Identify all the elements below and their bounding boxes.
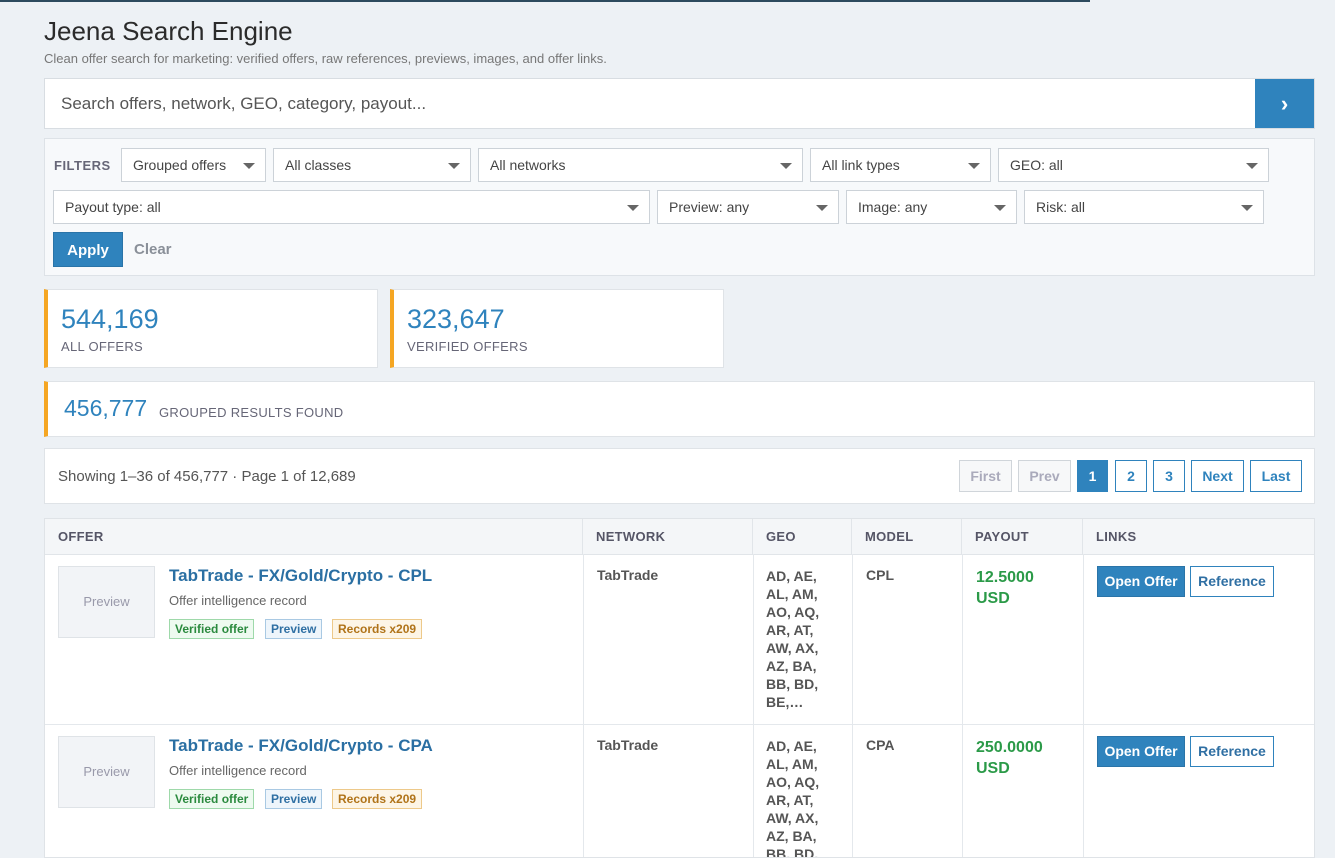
payout-type-select[interactable]: Payout type: all <box>53 190 650 224</box>
networks-select-value: All networks <box>490 157 566 173</box>
page-button-3[interactable]: 3 <box>1153 460 1185 492</box>
offer-payout: 12.5000 USD <box>976 569 1034 607</box>
column-header-model: MODEL <box>852 519 962 554</box>
last-page-button[interactable]: Last <box>1250 460 1302 492</box>
offer-network: TabTrade <box>597 737 659 753</box>
column-header-payout: PAYOUT <box>962 519 1083 554</box>
offer-title-link[interactable]: TabTrade - FX/Gold/Crypto - CPL <box>169 566 432 586</box>
chevron-down-icon <box>1246 163 1258 169</box>
image-select[interactable]: Image: any <box>846 190 1017 224</box>
clear-button[interactable]: Clear <box>134 232 172 267</box>
preview-select-value: Preview: any <box>669 199 750 215</box>
preview-select[interactable]: Preview: any <box>657 190 839 224</box>
image-select-value: Image: any <box>858 199 928 215</box>
results-found-banner: 456,777 GROUPED RESULTS FOUND <box>44 381 1315 437</box>
column-header-geo: GEO <box>753 519 852 554</box>
verified-offer-badge: Verified offer <box>169 789 255 809</box>
top-accent-line <box>0 0 1090 2</box>
reference-button[interactable]: Reference <box>1190 736 1274 767</box>
preview-badge: Preview <box>265 789 323 809</box>
column-header-offer: OFFER <box>45 519 583 554</box>
preview-badge: Preview <box>265 619 323 639</box>
geo-select-value: GEO: all <box>1010 157 1063 173</box>
results-label: GROUPED RESULTS FOUND <box>159 405 344 420</box>
verified-offer-badge: Verified offer <box>169 619 255 639</box>
table-row: Preview TabTrade - FX/Gold/Crypto - CPA … <box>45 724 1314 858</box>
records-badge: Records x209 <box>332 789 423 809</box>
search-input[interactable] <box>45 79 1235 128</box>
apply-button[interactable]: Apply <box>53 232 123 267</box>
stat-value: 323,647 <box>407 304 505 334</box>
page-subtitle: Clean offer search for marketing: verifi… <box>44 51 607 66</box>
search-submit-button[interactable]: › <box>1255 79 1314 128</box>
grouping-select[interactable]: Grouped offers <box>121 148 266 182</box>
stat-label: ALL OFFERS <box>61 339 143 354</box>
table-row: Preview TabTrade - FX/Gold/Crypto - CPL … <box>45 554 1314 725</box>
stat-label: VERIFIED OFFERS <box>407 339 528 354</box>
first-page-button[interactable]: First <box>959 460 1012 492</box>
geo-select[interactable]: GEO: all <box>998 148 1269 182</box>
next-page-button[interactable]: Next <box>1191 460 1244 492</box>
records-badge: Records x209 <box>332 619 423 639</box>
link-types-select-value: All link types <box>822 157 900 173</box>
column-header-links: LINKS <box>1096 529 1137 544</box>
chevron-down-icon <box>994 205 1006 211</box>
offer-title-link[interactable]: TabTrade - FX/Gold/Crypto - CPA <box>169 736 433 756</box>
link-types-select[interactable]: All link types <box>810 148 991 182</box>
risk-select-value: Risk: all <box>1036 199 1086 215</box>
open-offer-button[interactable]: Open Offer <box>1097 566 1185 597</box>
results-count: 456,777 <box>64 395 148 421</box>
offer-preview-thumbnail[interactable]: Preview <box>58 736 155 808</box>
reference-button[interactable]: Reference <box>1190 566 1274 597</box>
chevron-down-icon <box>1241 205 1253 211</box>
offer-network: TabTrade <box>597 567 659 583</box>
payout-type-select-value: Payout type: all <box>65 199 161 215</box>
column-header-network: NETWORK <box>583 519 753 554</box>
filters-label: FILTERS <box>54 158 111 173</box>
offer-preview-thumbnail[interactable]: Preview <box>58 566 155 638</box>
networks-select[interactable]: All networks <box>478 148 803 182</box>
offer-model: CPA <box>866 737 895 753</box>
offer-geo: AD, AE, AL, AM, AO, AQ, AR, AT, AW, AX, … <box>766 568 820 710</box>
stat-card-all-offers: 544,169 ALL OFFERS <box>44 289 378 368</box>
chevron-down-icon <box>243 163 255 169</box>
chevron-down-icon <box>627 205 639 211</box>
chevron-down-icon <box>448 163 460 169</box>
page-title: Jeena Search Engine <box>44 16 293 46</box>
open-offer-button[interactable]: Open Offer <box>1097 736 1185 767</box>
risk-select[interactable]: Risk: all <box>1024 190 1264 224</box>
table-header: OFFER NETWORK GEO MODEL PAYOUT LINKS <box>45 519 1314 555</box>
classes-select-value: All classes <box>285 157 352 173</box>
offer-model: CPL <box>866 567 894 583</box>
search-bar: › <box>44 78 1315 129</box>
grouping-select-value: Grouped offers <box>133 157 227 173</box>
pagination-bar: Showing 1–36 of 456,777 · Page 1 of 12,6… <box>44 448 1315 504</box>
chevron-down-icon <box>780 163 792 169</box>
offer-description: Offer intelligence record <box>169 593 307 608</box>
offers-table: OFFER NETWORK GEO MODEL PAYOUT LINKS Pre… <box>44 518 1315 858</box>
offer-description: Offer intelligence record <box>169 763 307 778</box>
chevron-down-icon <box>816 205 828 211</box>
stat-value: 544,169 <box>61 304 159 334</box>
stat-card-verified-offers: 323,647 VERIFIED OFFERS <box>390 289 724 368</box>
classes-select[interactable]: All classes <box>273 148 471 182</box>
prev-page-button[interactable]: Prev <box>1018 460 1071 492</box>
chevron-down-icon <box>968 163 980 169</box>
page-button-1[interactable]: 1 <box>1077 460 1108 492</box>
page-button-2[interactable]: 2 <box>1115 460 1147 492</box>
offer-geo: AD, AE, AL, AM, AO, AQ, AR, AT, AW, AX, … <box>766 738 820 858</box>
offer-payout: 250.0000 USD <box>976 739 1043 777</box>
filters-panel: FILTERS Grouped offers All classes All n… <box>44 138 1315 276</box>
showing-summary: Showing 1–36 of 456,777 · Page 1 of 12,6… <box>58 468 356 485</box>
